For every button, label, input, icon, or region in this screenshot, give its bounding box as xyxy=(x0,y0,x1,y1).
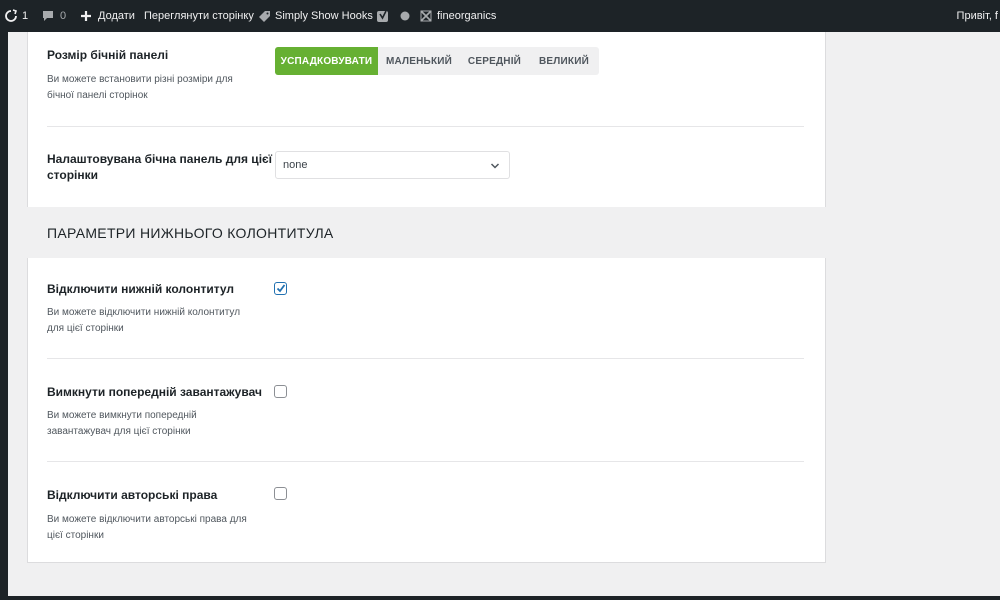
bottom-bar xyxy=(0,596,1000,600)
add-new-label: Додати xyxy=(98,10,135,22)
updates-menu[interactable]: 1 xyxy=(4,0,28,32)
comments-count: 0 xyxy=(60,10,67,22)
account-menu[interactable]: Привіт, f xyxy=(957,0,1000,32)
disable-copyright-desc-line2: цієї сторінки xyxy=(47,530,104,541)
checkmark-icon xyxy=(276,284,286,293)
chevron-down-icon xyxy=(490,163,500,169)
tag-icon xyxy=(259,10,270,22)
disable-copyright-desc-line1: Ви можете відключити авторські права для xyxy=(47,514,247,525)
comment-icon xyxy=(43,11,53,21)
greeting-text: Привіт, f xyxy=(956,10,998,22)
disable-preloader-checkbox[interactable] xyxy=(274,385,287,398)
disable-footer-title: Відключити нижній колонтитул xyxy=(47,282,235,296)
view-page-label: Переглянути сторінку xyxy=(144,10,254,22)
site-menu[interactable]: fineorganics xyxy=(420,0,496,32)
yoast-icon xyxy=(377,10,388,22)
custom-sidebar-value: none xyxy=(283,159,308,171)
site-logo-icon xyxy=(420,10,432,22)
comments-menu[interactable]: 0 xyxy=(42,0,66,32)
disable-preloader-title: Вимкнути попередній завантажувач xyxy=(47,385,262,399)
sidebar-size-desc-line2: бічної панелі сторінок xyxy=(47,90,148,101)
custom-sidebar-title-line2: сторінки xyxy=(47,168,99,182)
custom-sidebar-select[interactable]: none xyxy=(275,151,510,179)
admin-bar: 1 0 Додати Переглянути сторінку Simply S… xyxy=(0,0,1000,32)
divider xyxy=(47,126,804,127)
site-name: fineorganics xyxy=(437,10,497,22)
disable-preloader-desc-line2: завантажувач для цієї сторінки xyxy=(47,426,191,437)
disable-preloader-desc-line1: Ви можете вимкнути попередній xyxy=(47,410,197,421)
view-page-link[interactable]: Переглянути сторінку xyxy=(144,0,254,32)
refresh-icon xyxy=(5,9,18,22)
sidebar-size-selector: УСПАДКОВУВАТИ МАЛЕНЬКИЙ СЕРЕДНІЙ ВЕЛИКИЙ xyxy=(275,47,599,75)
sidebar-size-title: Розмір бічній панелі xyxy=(47,48,169,62)
divider xyxy=(47,461,804,462)
size-option-small[interactable]: МАЛЕНЬКИЙ xyxy=(378,47,460,75)
updates-count: 1 xyxy=(22,10,29,22)
disable-copyright-title: Відключити авторські права xyxy=(47,488,218,502)
add-new-menu[interactable]: Додати xyxy=(80,0,135,32)
disable-footer-desc-line1: Ви можете відключити нижній колонтитул xyxy=(47,307,241,318)
simply-show-hooks-menu[interactable]: Simply Show Hooks xyxy=(258,0,373,32)
sidebar-size-desc-line1: Ви можете встановити різні розміри для xyxy=(47,74,233,85)
dot-icon xyxy=(400,11,410,21)
disable-footer-checkbox[interactable] xyxy=(274,282,287,295)
size-option-medium[interactable]: СЕРЕДНІЙ xyxy=(460,47,529,75)
size-option-inherit[interactable]: УСПАДКОВУВАТИ xyxy=(275,47,378,75)
hooks-label: Simply Show Hooks xyxy=(275,10,373,22)
disable-footer-desc-line2: для цієї сторінки xyxy=(47,323,124,334)
disable-copyright-checkbox[interactable] xyxy=(274,487,287,500)
size-option-large[interactable]: ВЕЛИКИЙ xyxy=(529,47,599,75)
divider xyxy=(47,358,804,359)
status-dot xyxy=(400,0,410,32)
plus-icon xyxy=(81,11,91,21)
footer-section-heading-text: ПАРАМЕТРИ НИЖНЬОГО КОЛОНТИТУЛА xyxy=(47,224,334,241)
yoast-menu[interactable] xyxy=(376,0,390,32)
footer-section-heading: ПАРАМЕТРИ НИЖНЬОГО КОЛОНТИТУЛА xyxy=(27,207,826,258)
